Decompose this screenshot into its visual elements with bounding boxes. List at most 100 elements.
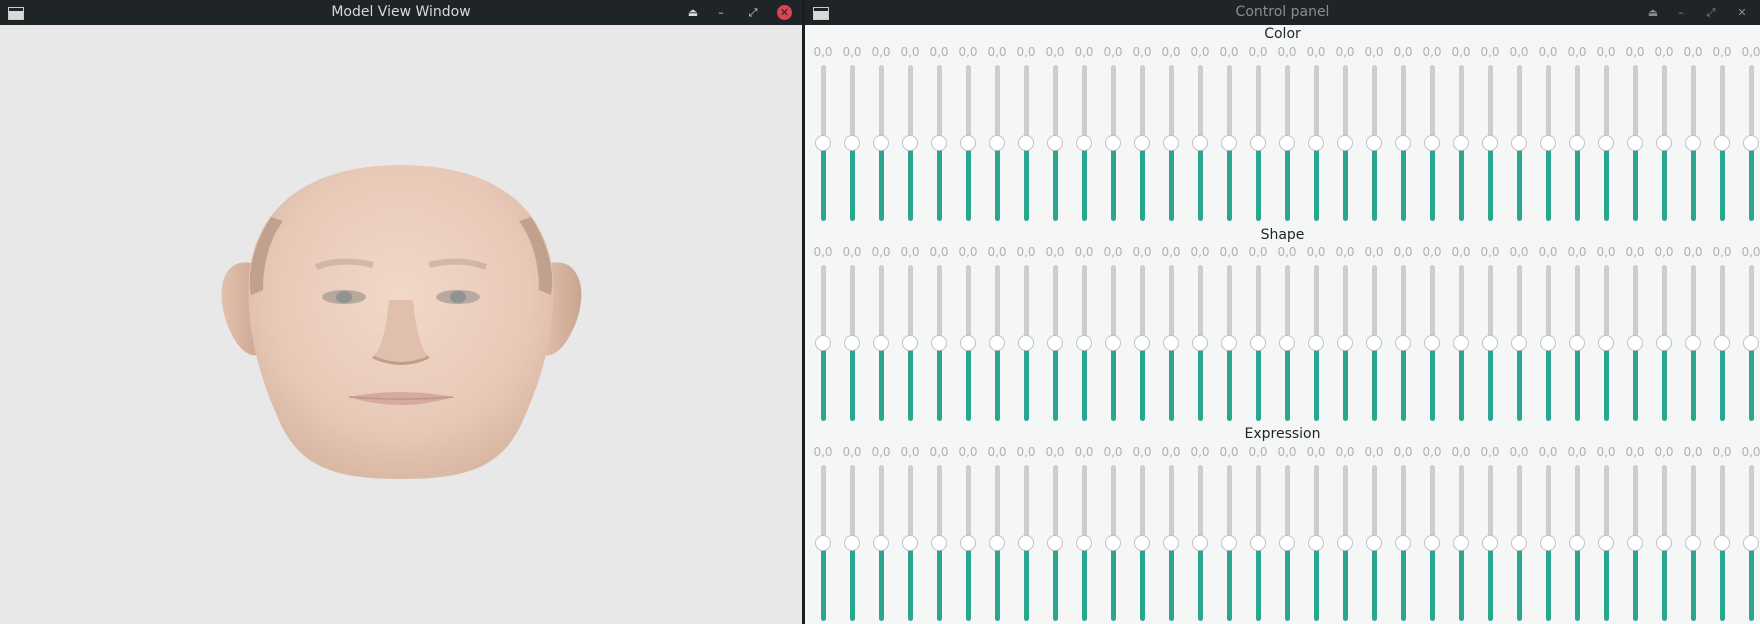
slider-handle[interactable] [1366, 535, 1382, 551]
slider-handle[interactable] [1163, 335, 1179, 351]
vertical-slider[interactable]: 0,0 [1333, 45, 1357, 231]
minimize-button[interactable]: – [712, 4, 730, 22]
slider-handle[interactable] [902, 135, 918, 151]
slider-handle[interactable] [1279, 335, 1295, 351]
vertical-slider[interactable]: 0,0 [1594, 45, 1618, 231]
vertical-slider[interactable]: 0,0 [1217, 45, 1241, 231]
vertical-slider[interactable]: 0,0 [1449, 445, 1473, 624]
slider-handle[interactable] [1076, 335, 1092, 351]
vertical-slider[interactable]: 0,0 [840, 45, 864, 231]
vertical-slider[interactable]: 0,0 [869, 445, 893, 624]
slider-handle[interactable] [1105, 535, 1121, 551]
slider-handle[interactable] [1221, 335, 1237, 351]
vertical-slider[interactable]: 0,0 [1391, 45, 1415, 231]
vertical-slider[interactable]: 0,0 [1072, 245, 1096, 431]
slider-handle[interactable] [1540, 535, 1556, 551]
vertical-slider[interactable]: 0,0 [1507, 245, 1531, 431]
slider-handle[interactable] [1018, 535, 1034, 551]
3d-viewport[interactable] [1, 25, 801, 624]
vertical-slider[interactable]: 0,0 [927, 445, 951, 624]
vertical-slider[interactable]: 0,0 [1652, 245, 1676, 431]
slider-handle[interactable] [1047, 135, 1063, 151]
slider-handle[interactable] [1221, 135, 1237, 151]
vertical-slider[interactable]: 0,0 [1739, 245, 1760, 431]
vertical-slider[interactable]: 0,0 [1623, 45, 1647, 231]
vertical-slider[interactable]: 0,0 [1420, 445, 1444, 624]
slider-handle[interactable] [1598, 135, 1614, 151]
vertical-slider[interactable]: 0,0 [1565, 45, 1589, 231]
vertical-slider[interactable]: 0,0 [1652, 45, 1676, 231]
vertical-slider[interactable]: 0,0 [1130, 45, 1154, 231]
vertical-slider[interactable]: 0,0 [1739, 45, 1760, 231]
vertical-slider[interactable]: 0,0 [1420, 245, 1444, 431]
close-button[interactable]: ✕ [1733, 4, 1751, 22]
slider-handle[interactable] [1134, 535, 1150, 551]
slider-handle[interactable] [1279, 135, 1295, 151]
vertical-slider[interactable]: 0,0 [1507, 45, 1531, 231]
vertical-slider[interactable]: 0,0 [1565, 245, 1589, 431]
slider-handle[interactable] [1627, 535, 1643, 551]
vertical-slider[interactable]: 0,0 [927, 245, 951, 431]
vertical-slider[interactable]: 0,0 [1420, 45, 1444, 231]
vertical-slider[interactable]: 0,0 [1623, 245, 1647, 431]
slider-handle[interactable] [960, 335, 976, 351]
slider-handle[interactable] [960, 535, 976, 551]
slider-handle[interactable] [815, 335, 831, 351]
slider-handle[interactable] [1482, 535, 1498, 551]
slider-handle[interactable] [1453, 335, 1469, 351]
slider-handle[interactable] [1540, 135, 1556, 151]
vertical-slider[interactable]: 0,0 [1391, 445, 1415, 624]
slider-handle[interactable] [873, 535, 889, 551]
slider-handle[interactable] [1627, 335, 1643, 351]
vertical-slider[interactable]: 0,0 [1681, 445, 1705, 624]
slider-handle[interactable] [1163, 535, 1179, 551]
vertical-slider[interactable]: 0,0 [985, 45, 1009, 231]
close-button[interactable]: ✕ [777, 5, 792, 20]
vertical-slider[interactable]: 0,0 [1014, 445, 1038, 624]
vertical-slider[interactable]: 0,0 [985, 445, 1009, 624]
vertical-slider[interactable]: 0,0 [985, 245, 1009, 431]
vertical-slider[interactable]: 0,0 [840, 445, 864, 624]
slider-handle[interactable] [1163, 135, 1179, 151]
vertical-slider[interactable]: 0,0 [1072, 445, 1096, 624]
vertical-slider[interactable]: 0,0 [1362, 45, 1386, 231]
slider-handle[interactable] [844, 335, 860, 351]
vertical-slider[interactable]: 0,0 [869, 45, 893, 231]
vertical-slider[interactable]: 0,0 [1478, 245, 1502, 431]
vertical-slider[interactable]: 0,0 [1536, 45, 1560, 231]
slider-handle[interactable] [1656, 135, 1672, 151]
vertical-slider[interactable]: 0,0 [898, 245, 922, 431]
vertical-slider[interactable]: 0,0 [1275, 45, 1299, 231]
vertical-slider[interactable]: 0,0 [898, 45, 922, 231]
vertical-slider[interactable]: 0,0 [1362, 245, 1386, 431]
vertical-slider[interactable]: 0,0 [1362, 445, 1386, 624]
maximize-button[interactable]: ⤢ [744, 4, 762, 22]
vertical-slider[interactable]: 0,0 [1246, 245, 1270, 431]
vertical-slider[interactable]: 0,0 [1101, 45, 1125, 231]
slider-handle[interactable] [1627, 135, 1643, 151]
slider-handle[interactable] [1047, 535, 1063, 551]
vertical-slider[interactable]: 0,0 [1304, 445, 1328, 624]
vertical-slider[interactable]: 0,0 [1594, 445, 1618, 624]
vertical-slider[interactable]: 0,0 [1710, 245, 1734, 431]
maximize-button[interactable]: ⤢ [1702, 4, 1720, 22]
vertical-slider[interactable]: 0,0 [1217, 245, 1241, 431]
slider-handle[interactable] [1192, 335, 1208, 351]
slider-handle[interactable] [1714, 335, 1730, 351]
vertical-slider[interactable]: 0,0 [1275, 245, 1299, 431]
slider-handle[interactable] [1076, 535, 1092, 551]
vertical-slider[interactable]: 0,0 [1536, 245, 1560, 431]
slider-handle[interactable] [931, 535, 947, 551]
vertical-slider[interactable]: 0,0 [1101, 445, 1125, 624]
slider-handle[interactable] [931, 135, 947, 151]
vertical-slider[interactable]: 0,0 [811, 245, 835, 431]
slider-handle[interactable] [1569, 135, 1585, 151]
vertical-slider[interactable]: 0,0 [1333, 445, 1357, 624]
slider-handle[interactable] [1540, 335, 1556, 351]
slider-handle[interactable] [873, 135, 889, 151]
vertical-slider[interactable]: 0,0 [1159, 445, 1183, 624]
vertical-slider[interactable]: 0,0 [1652, 445, 1676, 624]
vertical-slider[interactable]: 0,0 [1565, 445, 1589, 624]
vertical-slider[interactable]: 0,0 [1014, 245, 1038, 431]
vertical-slider[interactable]: 0,0 [1188, 245, 1212, 431]
